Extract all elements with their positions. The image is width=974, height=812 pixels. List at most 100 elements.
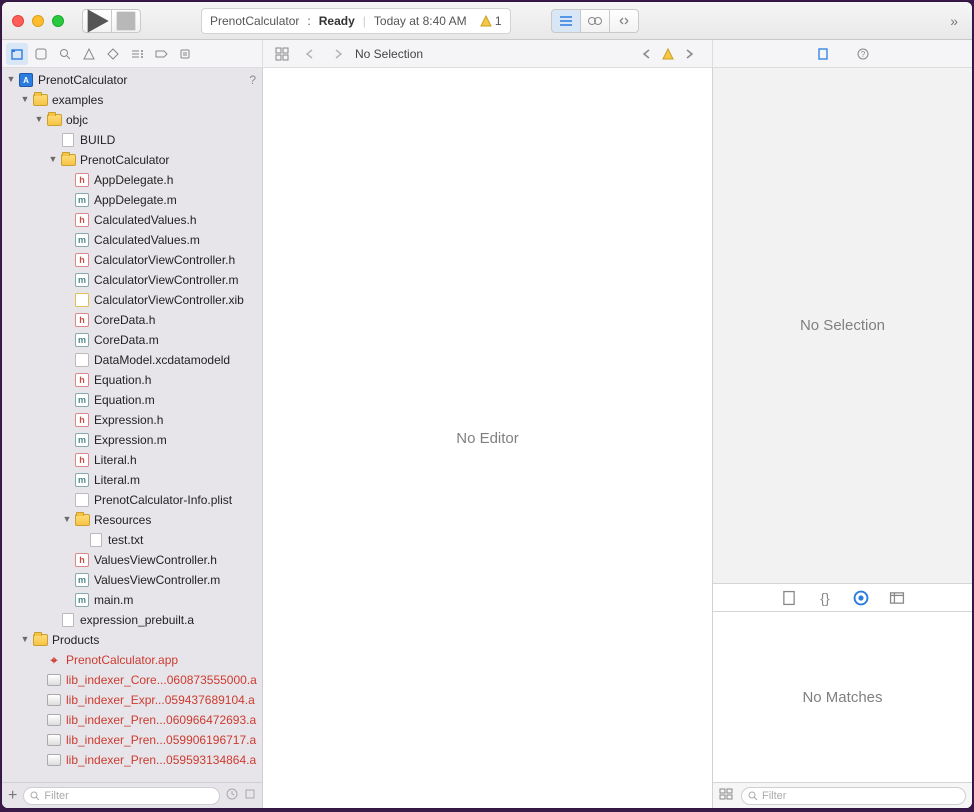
code-snippet-library-tab[interactable]: {} bbox=[816, 589, 834, 607]
library-view-mode-icon[interactable] bbox=[719, 787, 733, 805]
tree-file[interactable]: mValuesViewController.m bbox=[2, 570, 262, 590]
jump-bar-right bbox=[636, 43, 708, 65]
issue-navigator-tab[interactable] bbox=[78, 43, 100, 65]
add-button[interactable]: + bbox=[8, 787, 17, 805]
activity-view[interactable]: PrenotCalculator: Ready | Today at 8:40 … bbox=[201, 8, 511, 34]
tree-file[interactable]: expression_prebuilt.a bbox=[2, 610, 262, 630]
report-navigator-tab[interactable] bbox=[174, 43, 196, 65]
close-window-button[interactable] bbox=[12, 15, 24, 27]
tree-file-build[interactable]: BUILD bbox=[2, 130, 262, 150]
tree-file[interactable]: hValuesViewController.h bbox=[2, 550, 262, 570]
run-stop-group bbox=[82, 9, 141, 33]
tree-file[interactable]: hAppDelegate.h bbox=[2, 170, 262, 190]
tree-folder-examples[interactable]: examples bbox=[2, 90, 262, 110]
library-tabs: {} bbox=[713, 584, 972, 612]
tree-file[interactable]: hLiteral.h bbox=[2, 450, 262, 470]
forward-button[interactable] bbox=[327, 43, 349, 65]
filter-icon bbox=[748, 791, 758, 801]
help-icon[interactable]: ? bbox=[249, 73, 256, 87]
file-template-library-tab[interactable] bbox=[780, 589, 798, 607]
prev-issue-icon[interactable] bbox=[636, 43, 658, 65]
tree-file[interactable]: PrenotCalculator-Info.plist bbox=[2, 490, 262, 510]
tree-file[interactable]: mmain.m bbox=[2, 590, 262, 610]
minimize-window-button[interactable] bbox=[32, 15, 44, 27]
assistant-editor-button[interactable] bbox=[580, 9, 610, 33]
tree-file[interactable]: DataModel.xcdatamodeld bbox=[2, 350, 262, 370]
library-filter-bar: Filter bbox=[713, 782, 972, 808]
tree-folder-resources[interactable]: Resources bbox=[2, 510, 262, 530]
tree-product-lib[interactable]: lib_indexer_Pren...059593134864.a bbox=[2, 750, 262, 770]
tree-product-app[interactable]: ⌖PrenotCalculator.app bbox=[2, 650, 262, 670]
stop-button[interactable] bbox=[111, 9, 141, 33]
tree-folder-objc[interactable]: objc bbox=[2, 110, 262, 130]
library-no-matches: No Matches bbox=[713, 612, 972, 782]
source-control-navigator-tab[interactable] bbox=[30, 43, 52, 65]
tree-folder-products[interactable]: Products bbox=[2, 630, 262, 650]
tree-file[interactable]: mCalculatedValues.m bbox=[2, 230, 262, 250]
library-filter-input[interactable]: Filter bbox=[741, 787, 966, 805]
object-library-tab[interactable] bbox=[852, 589, 870, 607]
tree-file[interactable]: hExpression.h bbox=[2, 410, 262, 430]
file-inspector-tab[interactable] bbox=[812, 43, 834, 65]
svg-text:?: ? bbox=[860, 50, 865, 59]
tree-file[interactable]: hCalculatedValues.h bbox=[2, 210, 262, 230]
window-controls bbox=[12, 15, 64, 27]
tree-file[interactable]: test.txt bbox=[2, 530, 262, 550]
tree-file[interactable]: mEquation.m bbox=[2, 390, 262, 410]
editor-area: No Editor bbox=[263, 68, 713, 808]
tree-file[interactable]: mCoreData.m bbox=[2, 330, 262, 350]
status-project: PrenotCalculator bbox=[210, 14, 299, 28]
overflow-button[interactable]: » bbox=[950, 13, 962, 29]
project-navigator-tab[interactable] bbox=[6, 43, 28, 65]
recent-filter-icon[interactable] bbox=[226, 787, 238, 805]
find-navigator-tab[interactable] bbox=[54, 43, 76, 65]
editor-mode-group bbox=[551, 9, 639, 33]
file-tree[interactable]: APrenotCalculator? examples objc BUILD P… bbox=[2, 68, 262, 782]
jump-bar-path[interactable]: No Selection bbox=[355, 47, 423, 61]
related-items-icon[interactable] bbox=[271, 43, 293, 65]
inspector-tabs: ? bbox=[713, 40, 972, 67]
media-library-tab[interactable] bbox=[888, 589, 906, 607]
editor-placeholder: No Editor bbox=[456, 430, 519, 447]
tree-product-lib[interactable]: lib_indexer_Pren...059906196717.a bbox=[2, 730, 262, 750]
next-issue-icon[interactable] bbox=[678, 43, 700, 65]
inspector-area: No Selection {} No Matches Filter bbox=[713, 68, 972, 808]
tree-root[interactable]: APrenotCalculator? bbox=[2, 70, 262, 90]
status-state: Ready bbox=[319, 14, 355, 28]
zoom-window-button[interactable] bbox=[52, 15, 64, 27]
titlebar: PrenotCalculator: Ready | Today at 8:40 … bbox=[2, 2, 972, 40]
test-navigator-tab[interactable] bbox=[102, 43, 124, 65]
status-warning-count[interactable]: 1 bbox=[480, 14, 502, 28]
tree-file[interactable]: mLiteral.m bbox=[2, 470, 262, 490]
tree-product-lib[interactable]: lib_indexer_Expr...059437689104.a bbox=[2, 690, 262, 710]
breakpoint-navigator-tab[interactable] bbox=[150, 43, 172, 65]
tree-folder-prenotcalculator[interactable]: PrenotCalculator bbox=[2, 150, 262, 170]
tree-file[interactable]: hCalculatorViewController.h bbox=[2, 250, 262, 270]
xcode-window: PrenotCalculator: Ready | Today at 8:40 … bbox=[2, 2, 972, 808]
back-button[interactable] bbox=[299, 43, 321, 65]
tree-file[interactable]: hEquation.h bbox=[2, 370, 262, 390]
navigator-filter-input[interactable]: Filter bbox=[23, 787, 220, 805]
filter-icon bbox=[30, 791, 40, 801]
tree-file[interactable]: mCalculatorViewController.m bbox=[2, 270, 262, 290]
tree-file[interactable]: hCoreData.h bbox=[2, 310, 262, 330]
navigator-selector-bar: No Selection ? bbox=[2, 40, 972, 68]
main-area: APrenotCalculator? examples objc BUILD P… bbox=[2, 68, 972, 808]
run-button[interactable] bbox=[82, 9, 112, 33]
scm-filter-icon[interactable] bbox=[244, 787, 256, 805]
debug-navigator-tab[interactable] bbox=[126, 43, 148, 65]
svg-text:{}: {} bbox=[820, 590, 830, 606]
tree-product-lib[interactable]: lib_indexer_Core...060873555000.a bbox=[2, 670, 262, 690]
inspector-no-selection: No Selection bbox=[713, 68, 972, 584]
tree-file[interactable]: mAppDelegate.m bbox=[2, 190, 262, 210]
version-editor-button[interactable] bbox=[609, 9, 639, 33]
tree-file[interactable]: CalculatorViewController.xib bbox=[2, 290, 262, 310]
standard-editor-button[interactable] bbox=[551, 9, 581, 33]
quick-help-tab[interactable]: ? bbox=[852, 43, 874, 65]
tree-file[interactable]: mExpression.m bbox=[2, 430, 262, 450]
status-time: Today at 8:40 AM bbox=[374, 14, 467, 28]
navigator-filter-bar: + Filter bbox=[2, 782, 262, 808]
jump-bar: No Selection bbox=[263, 40, 713, 67]
warning-icon bbox=[662, 48, 674, 60]
tree-product-lib[interactable]: lib_indexer_Pren...060966472693.a bbox=[2, 710, 262, 730]
